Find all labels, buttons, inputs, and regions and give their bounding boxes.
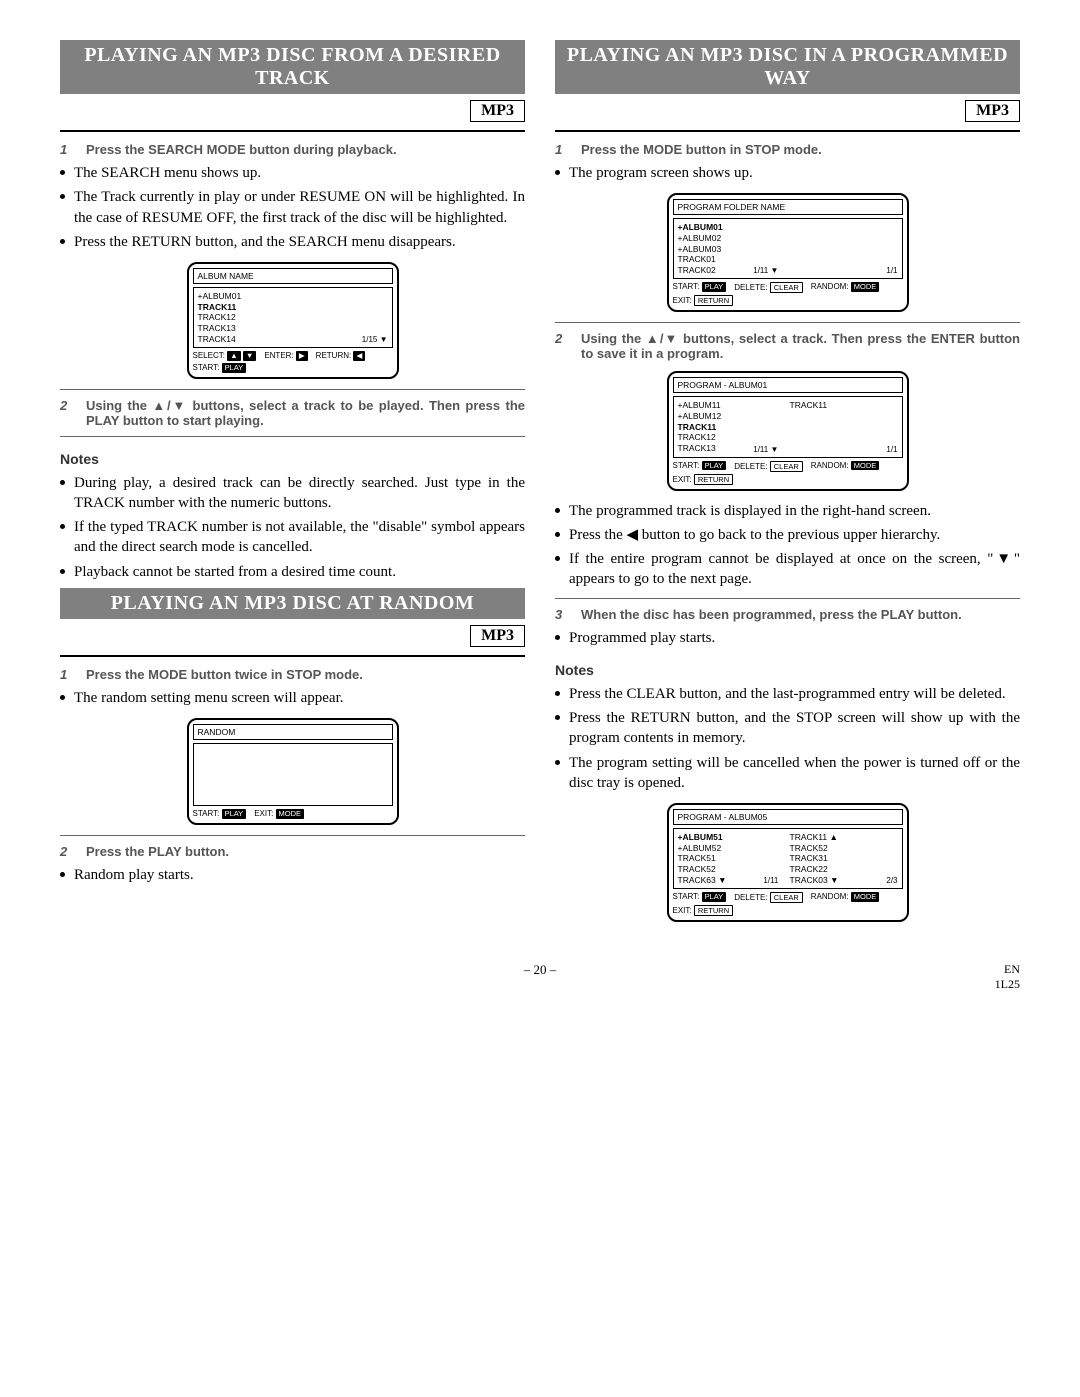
section-header-desired-track: PLAYING AN MP3 DISC FROM A DESIRED TRACK (60, 40, 525, 94)
footer-code: 1L25 (995, 977, 1020, 992)
bullet: The SEARCH menu shows up. (60, 163, 525, 183)
bullet: Press the RETURN button, and the SEARCH … (60, 232, 525, 252)
return-icon: ◀ (353, 351, 365, 361)
osd-search-menu: ALBUM NAME +ALBUM01 TRACK11 TRACK12 TRAC… (187, 262, 399, 379)
section-header-random: PLAYING AN MP3 DISC AT RANDOM (60, 588, 525, 619)
up-icon: ▲ (227, 351, 240, 361)
notes-heading: Notes (60, 451, 525, 467)
play-badge: PLAY (222, 363, 247, 373)
mp3-badge: MP3 (470, 100, 525, 122)
page-footer: – 20 – EN 1L25 (60, 962, 1020, 978)
step-1: 1 Press the MODE button in STOP mode. (555, 142, 1020, 157)
page-number: – 20 – (60, 962, 1020, 978)
bullet-list: The SEARCH menu shows up. The Track curr… (60, 163, 525, 252)
section-header-programmed: PLAYING AN MP3 DISC IN A PROGRAMMED WAY (555, 40, 1020, 94)
osd-program-folder: PROGRAM FOLDER NAME +ALBUM01 +ALBUM02 +A… (667, 193, 909, 312)
notes-heading: Notes (555, 662, 1020, 678)
step-2: 2 Using the ▲/▼ buttons, select a track.… (555, 331, 1020, 361)
footer-lang: EN (995, 962, 1020, 977)
bullet: The Track currently in play or under RES… (60, 187, 525, 228)
mp3-badge: MP3 (965, 100, 1020, 122)
osd-program-album01: PROGRAM - ALBUM01 +ALBUM11 +ALBUM12 TRAC… (667, 371, 909, 490)
right-column: PLAYING AN MP3 DISC IN A PROGRAMMED WAY … (555, 40, 1020, 932)
enter-icon: ▶ (296, 351, 308, 361)
notes-list: During play, a desired track can be dire… (60, 473, 525, 582)
osd-program-album05: PROGRAM - ALBUM05 +ALBUM51 +ALBUM52 TRAC… (667, 803, 909, 922)
divider (60, 130, 525, 132)
step-number: 1 (60, 142, 76, 157)
left-column: PLAYING AN MP3 DISC FROM A DESIRED TRACK… (60, 40, 525, 932)
step-2: 2 Press the PLAY button. (60, 844, 525, 859)
osd-pager: 1/15 ▼ (362, 335, 388, 345)
mp3-badge: MP3 (470, 625, 525, 647)
down-icon: ▼ (243, 351, 256, 361)
step-text: Press the SEARCH MODE button during play… (86, 142, 397, 157)
step-1: 1 Press the SEARCH MODE button during pl… (60, 142, 525, 157)
osd-footer: SELECT: ▲ ▼ ENTER: ▶ RETURN: ◀ START: PL… (193, 351, 393, 373)
step-2: 2 Using the ▲/▼ buttons, select a track … (60, 398, 525, 428)
step-3: 3 When the disc has been programmed, pre… (555, 607, 1020, 622)
step-1: 1 Press the MODE button twice in STOP mo… (60, 667, 525, 682)
osd-random: RANDOM START: PLAY EXIT: MODE (187, 718, 399, 825)
osd-title: ALBUM NAME (198, 271, 388, 281)
